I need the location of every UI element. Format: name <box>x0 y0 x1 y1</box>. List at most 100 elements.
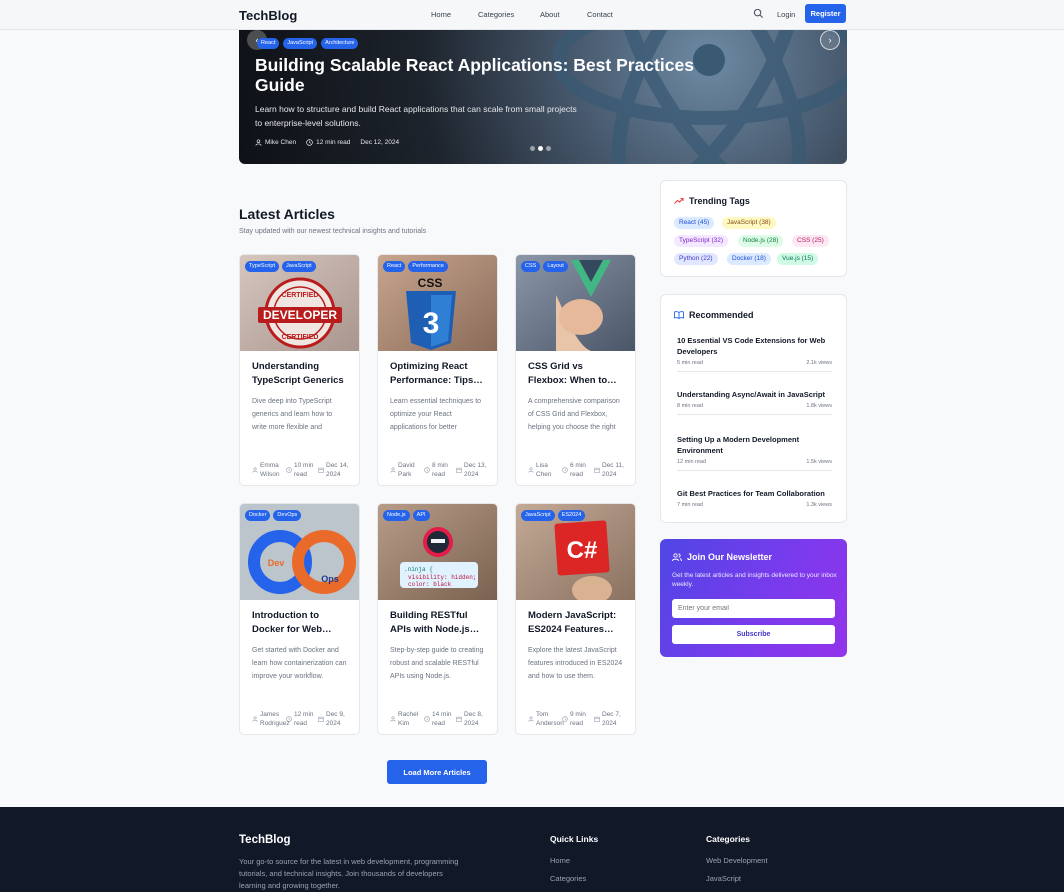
footer-category-javascript[interactable]: JavaScript <box>706 874 741 883</box>
hero-title[interactable]: Building Scalable React Applications: Be… <box>255 55 715 95</box>
hero-tag[interactable]: React <box>257 38 280 49</box>
site-logo[interactable]: TechBlog <box>239 8 297 23</box>
article-card[interactable]: Dev Ops Docker DevOps Introduction to Docker… <box>239 503 360 735</box>
nav-categories[interactable]: Categories <box>478 10 514 19</box>
article-card[interactable]: C# JavaScript ES2024 Modern JavaScript: ES2… <box>515 503 636 735</box>
search-icon[interactable] <box>753 8 764 19</box>
svg-text:CSS: CSS <box>418 276 443 290</box>
article-card[interactable]: .ninja {visibility: hidden; color: black N… <box>377 503 498 735</box>
trending-tag[interactable]: TypeScript (32) <box>674 235 729 247</box>
newsletter-description: Get the latest articles and insights del… <box>672 572 837 588</box>
hero-tag[interactable]: Architecture <box>321 38 359 49</box>
login-link[interactable]: Login <box>777 10 795 19</box>
article-title[interactable]: CSS Grid vs Flexbox: When to Use Each <box>528 360 623 388</box>
nav-about[interactable]: About <box>540 10 560 19</box>
article-card[interactable]: CSS 3 React Performance Optimizing React Per… <box>377 254 498 486</box>
article-title[interactable]: Introduction to Docker for Web Developer… <box>252 609 347 637</box>
register-button[interactable]: Register <box>805 4 846 23</box>
hero-carousel[interactable]: ‹ › React JavaScript Architecture Buildi… <box>239 30 847 164</box>
trending-tag[interactable]: CSS (25) <box>792 235 829 247</box>
recommended-item[interactable]: 10 Essential VS Code Extensions for Web … <box>677 335 832 372</box>
article-thumbnail[interactable]: CSS Layout <box>516 255 635 351</box>
carousel-dot[interactable] <box>546 146 551 151</box>
article-tag[interactable]: JavaScript <box>521 510 555 521</box>
article-author: Lisa Chen <box>536 462 552 478</box>
trending-tag[interactable]: Vue.js (15) <box>777 253 819 265</box>
article-date: Dec 8, 2024 <box>464 711 483 727</box>
article-tag[interactable]: API <box>412 510 430 521</box>
article-tag[interactable]: TypeScript <box>245 261 279 272</box>
article-tag[interactable]: React <box>383 261 406 272</box>
article-tag[interactable]: Node.js <box>383 510 410 521</box>
article-tags: CSS Layout <box>521 261 568 272</box>
carousel-next-button[interactable]: › <box>820 30 840 50</box>
article-meta: Rachel Kim 14 min read Dec 8, 2024 <box>390 710 490 728</box>
recommended-item-read-time: 12 min read <box>677 459 707 465</box>
react-logo-background <box>552 30 847 164</box>
latest-articles-heading: Latest Articles <box>239 206 335 222</box>
hero-tags: React JavaScript Architecture <box>257 38 359 49</box>
article-thumbnail[interactable]: C# JavaScript ES2024 <box>516 504 635 604</box>
article-title[interactable]: Optimizing React Performance: Tips and T… <box>390 360 485 388</box>
article-tag[interactable]: Docker <box>245 510 271 521</box>
article-read-time: 12 min read <box>294 711 314 727</box>
article-meta: Lisa Chen 6 min read Dec 11, 2024 <box>528 461 628 479</box>
carousel-dot-active[interactable] <box>538 146 543 151</box>
carousel-dot[interactable] <box>530 146 535 151</box>
nav-contact[interactable]: Contact <box>587 10 613 19</box>
load-more-button[interactable]: Load More Articles <box>387 760 487 784</box>
article-author: Tom Anderson <box>536 711 564 727</box>
footer-logo[interactable]: TechBlog <box>239 834 291 846</box>
article-tag[interactable]: JavaScript <box>281 261 316 272</box>
article-title[interactable]: Understanding TypeScript Generics <box>252 360 347 388</box>
hero-tag[interactable]: JavaScript <box>283 38 318 49</box>
recommended-item-title[interactable]: Git Best Practices for Team Collaboratio… <box>677 488 832 499</box>
recommended-item-title[interactable]: Setting Up a Modern Development Environm… <box>677 434 832 456</box>
user-icon <box>252 467 258 473</box>
article-card[interactable]: DEVELOPER CERTIFIED CERTIFIED TypeScript Jav… <box>239 254 360 486</box>
article-tag[interactable]: Layout <box>543 261 568 272</box>
recommended-item-title[interactable]: 10 Essential VS Code Extensions for Web … <box>677 335 832 357</box>
article-tag[interactable]: DevOps <box>273 510 302 521</box>
latest-articles-subtitle: Stay updated with our newest technical i… <box>239 228 427 235</box>
footer-link-home[interactable]: Home <box>550 856 570 865</box>
recommended-panel: Recommended 10 Essential VS Code Extensi… <box>660 294 847 523</box>
recommended-item-read-time: 8 min read <box>677 403 703 409</box>
article-card[interactable]: CSSLayout CSS Grid vs Flexbox: When to Us… <box>515 254 636 486</box>
trending-tag[interactable]: Python (22) <box>674 253 718 265</box>
article-date: Dec 13, 2024 <box>464 462 487 478</box>
footer-link-categories[interactable]: Categories <box>550 874 586 883</box>
article-author: Emma Wilson <box>260 462 280 478</box>
trending-tag[interactable]: Docker (18) <box>727 253 771 265</box>
article-title[interactable]: Building RESTful APIs with Node.js and E… <box>390 609 485 637</box>
article-tag[interactable]: CSS <box>521 261 541 272</box>
article-thumbnail[interactable]: .ninja {visibility: hidden; color: black N… <box>378 504 497 600</box>
article-tag[interactable]: Performance <box>408 261 448 272</box>
article-title[interactable]: Modern JavaScript: ES2024 Features You S… <box>528 609 623 637</box>
footer-category-web-development[interactable]: Web Development <box>706 856 768 865</box>
recommended-item[interactable]: Understanding Async/Await in JavaScript 8… <box>677 389 832 415</box>
article-tag[interactable]: ES2024 <box>557 510 586 521</box>
article-date: Dec 14, 2024 <box>326 462 349 478</box>
user-icon <box>252 716 258 722</box>
user-icon <box>528 467 534 473</box>
hero-date: Dec 12, 2024 <box>360 139 400 146</box>
svg-text:visibility: hidden;: visibility: hidden; <box>408 574 476 581</box>
recommended-item[interactable]: Git Best Practices for Team Collaboratio… <box>677 488 832 513</box>
trending-tag[interactable]: Node.js (28) <box>738 235 784 247</box>
recommended-title: Recommended <box>689 310 754 320</box>
trending-tag[interactable]: React (45) <box>674 217 715 229</box>
article-thumbnail[interactable]: CSS 3 React Performance <box>378 255 497 351</box>
newsletter-panel: Join Our Newsletter Get the latest artic… <box>660 539 847 657</box>
newsletter-email-input[interactable] <box>672 599 835 618</box>
nav-home[interactable]: Home <box>431 10 451 19</box>
recommended-item-title[interactable]: Understanding Async/Await in JavaScript <box>677 389 832 400</box>
clock-icon <box>286 467 292 473</box>
recommended-item[interactable]: Setting Up a Modern Development Environm… <box>677 434 832 471</box>
user-icon <box>255 139 262 146</box>
recommended-item-views: 1.3k views <box>806 502 832 508</box>
article-thumbnail[interactable]: DEVELOPER CERTIFIED CERTIFIED TypeScript Jav… <box>240 255 359 351</box>
trending-tag[interactable]: JavaScript (38) <box>722 217 776 229</box>
article-thumbnail[interactable]: Dev Ops Docker DevOps <box>240 504 359 600</box>
subscribe-button[interactable]: Subscribe <box>672 625 835 644</box>
